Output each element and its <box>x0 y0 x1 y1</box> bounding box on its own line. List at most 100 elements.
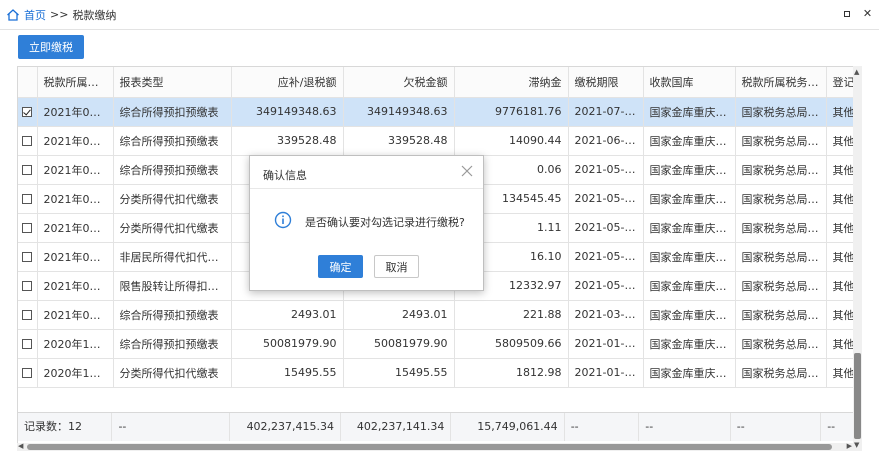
col-treasury[interactable]: 收款国库 <box>643 67 736 98</box>
dialog-close-icon[interactable] <box>461 165 473 177</box>
cell-type: 综合所得预扣预缴表 <box>113 155 232 185</box>
cell-month: 2020年12月 <box>37 358 114 388</box>
scroll-right-icon[interactable]: ▶ <box>847 442 852 450</box>
dialog-cancel-button[interactable]: 取消 <box>374 255 419 278</box>
row-checkbox[interactable] <box>22 107 33 117</box>
vertical-scroll-thumb[interactable] <box>854 353 861 439</box>
row-checkbox-cell[interactable] <box>18 184 38 214</box>
cell-month: 2021年04月 <box>37 155 114 185</box>
cell-treasury: 国家金库重庆市... <box>643 126 736 156</box>
breadcrumb-home[interactable]: 首页 <box>24 7 46 23</box>
row-checkbox-cell[interactable] <box>18 97 38 127</box>
cell-late-fee: 221.88 <box>454 300 569 330</box>
footer-deadline: -- <box>565 413 640 441</box>
footer-late-fee-total: 15,749,061.44 <box>451 413 565 441</box>
cell-due: 50081979.90 <box>231 329 344 359</box>
dialog-ok-button[interactable]: 确定 <box>318 255 363 278</box>
col-type[interactable]: 报表类型 <box>113 67 232 98</box>
col-authority[interactable]: 税款所属税务机关 <box>735 67 827 98</box>
col-owed[interactable]: 欠税金额 <box>343 67 455 98</box>
breadcrumb-separator: >> <box>50 8 69 21</box>
footer-owed-total: 402,237,141.34 <box>341 413 452 441</box>
cell-deadline: 2021-01-20 <box>568 329 644 359</box>
table-row[interactable]: 2021年05月 综合所得预扣预缴表 339528.48 339528.48 14090… <box>18 126 861 156</box>
cell-authority: 国家税务总局上... <box>735 300 827 330</box>
cell-treasury: 国家金库重庆市... <box>643 213 736 243</box>
table-header-row: 税款所属月份 报表类型 应补/退税额 欠税金额 滞纳金 缴税期限 收款国库 税款… <box>18 67 861 98</box>
cell-authority: 国家税务总局上... <box>735 184 827 214</box>
row-checkbox-cell[interactable] <box>18 300 38 330</box>
row-checkbox-cell[interactable] <box>18 329 38 359</box>
cell-month: 2021年05月 <box>37 126 114 156</box>
cell-owed: 15495.55 <box>343 358 455 388</box>
dialog-divider <box>250 188 483 189</box>
cell-deadline: 2021-07-15 <box>568 97 644 127</box>
row-checkbox[interactable] <box>22 368 33 378</box>
col-month[interactable]: 税款所属月份 <box>37 67 114 98</box>
cell-authority: 国家税务总局上... <box>735 213 827 243</box>
row-checkbox-cell[interactable] <box>18 242 38 272</box>
row-checkbox[interactable] <box>22 194 33 204</box>
table-row[interactable]: 2021年02月 综合所得预扣预缴表 2493.01 2493.01 221.88 202… <box>18 300 861 330</box>
record-count-value: 12 <box>68 420 82 433</box>
vertical-scrollbar[interactable]: ▲ ▼ <box>853 66 862 451</box>
cell-late-fee: 9776181.76 <box>454 97 569 127</box>
cell-month: 2021年04月 <box>37 184 114 214</box>
row-checkbox[interactable] <box>22 281 33 291</box>
cell-due: 2493.01 <box>231 300 344 330</box>
confirm-dialog: 确认信息 是否确认要对勾选记录进行缴税? 确定 取消 <box>249 155 484 291</box>
row-checkbox-cell[interactable] <box>18 213 38 243</box>
cell-authority: 国家税务总局上... <box>735 329 827 359</box>
record-count-label: 记录数： <box>24 420 68 433</box>
scroll-up-icon[interactable]: ▲ <box>854 68 859 76</box>
cell-type: 限售股转让所得扣缴表 <box>113 271 232 301</box>
row-checkbox-cell[interactable] <box>18 358 38 388</box>
cell-month: 2021年06月 <box>37 97 114 127</box>
cell-authority: 国家税务总局上... <box>735 271 827 301</box>
restore-icon[interactable] <box>841 8 852 19</box>
row-checkbox-cell[interactable] <box>18 271 38 301</box>
table-row[interactable]: 2020年12月 分类所得代扣代缴表 15495.55 15495.55 1812.98… <box>18 358 861 388</box>
cell-treasury: 国家金库重庆市... <box>643 358 736 388</box>
footer-treasury: -- <box>639 413 731 441</box>
cell-treasury: 国家金库重庆市... <box>643 242 736 272</box>
row-checkbox[interactable] <box>22 339 33 349</box>
row-checkbox-cell[interactable] <box>18 155 38 185</box>
cell-type: 非居民所得代扣代缴表 <box>113 242 232 272</box>
row-checkbox[interactable] <box>22 310 33 320</box>
cell-type: 综合所得预扣预缴表 <box>113 126 232 156</box>
col-deadline[interactable]: 缴税期限 <box>568 67 644 98</box>
info-icon <box>274 211 292 229</box>
table-row[interactable]: 2021年06月 综合所得预扣预缴表 349149348.63 349149348.6… <box>18 97 861 127</box>
horizontal-scroll-thumb[interactable] <box>27 444 832 450</box>
cell-authority: 国家税务总局上... <box>735 155 827 185</box>
row-checkbox[interactable] <box>22 136 33 146</box>
cell-authority: 国家税务总局上... <box>735 126 827 156</box>
table-row[interactable]: 2020年12月 综合所得预扣预缴表 50081979.90 50081979.90 5… <box>18 329 861 359</box>
horizontal-scrollbar[interactable]: ◀ ▶ <box>17 442 853 451</box>
pay-now-button[interactable]: 立即缴税 <box>18 35 84 59</box>
cell-type: 综合所得预扣预缴表 <box>113 300 232 330</box>
cell-due: 15495.55 <box>231 358 344 388</box>
scroll-down-icon[interactable]: ▼ <box>854 441 859 449</box>
row-checkbox[interactable] <box>22 252 33 262</box>
cell-owed: 339528.48 <box>343 126 455 156</box>
cell-late-fee: 14090.44 <box>454 126 569 156</box>
top-bar: 首页 >> 税款缴纳 ✕ <box>0 0 879 30</box>
record-count: 记录数：12 <box>18 413 113 441</box>
scroll-left-icon[interactable]: ◀ <box>18 442 23 450</box>
cell-deadline: 2021-05-21 <box>568 271 644 301</box>
footer-authority: -- <box>731 413 822 441</box>
close-icon[interactable]: ✕ <box>862 8 873 19</box>
header-checkbox-col <box>18 67 38 98</box>
col-late-fee[interactable]: 滞纳金 <box>454 67 569 98</box>
row-checkbox[interactable] <box>22 165 33 175</box>
row-checkbox-cell[interactable] <box>18 126 38 156</box>
cell-late-fee: 5809509.66 <box>454 329 569 359</box>
cell-owed: 349149348.63 <box>343 97 455 127</box>
cell-month: 2021年04月 <box>37 242 114 272</box>
col-due[interactable]: 应补/退税额 <box>231 67 344 98</box>
home-icon[interactable] <box>6 8 20 22</box>
cell-type: 分类所得代扣代缴表 <box>113 358 232 388</box>
row-checkbox[interactable] <box>22 223 33 233</box>
